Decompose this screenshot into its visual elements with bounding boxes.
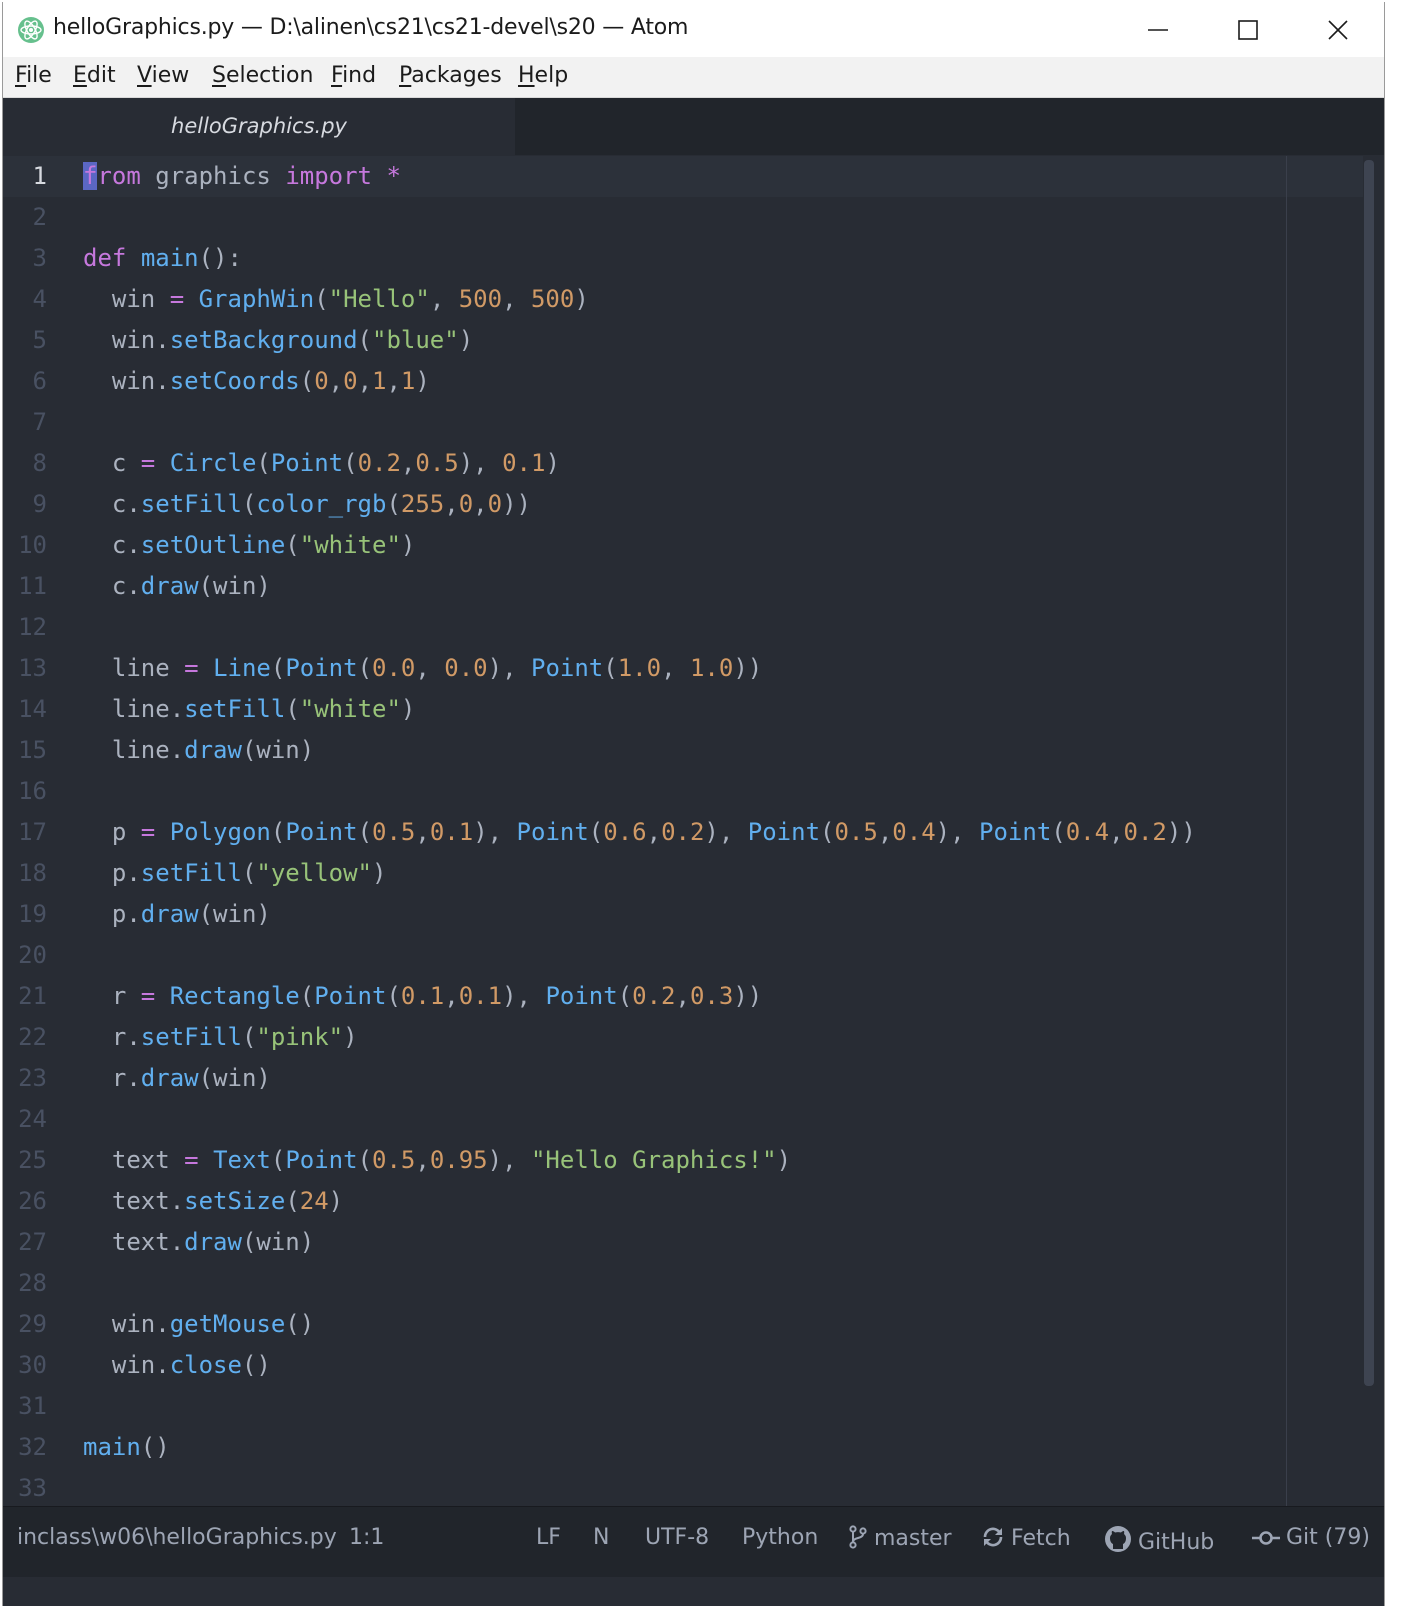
code-line: text.draw(win) (83, 1228, 315, 1256)
atom-logo-icon (18, 17, 44, 43)
tab-hellographics[interactable]: helloGraphics.py (3, 98, 515, 156)
close-icon (1328, 19, 1348, 40)
line-number: 23 (18, 1064, 47, 1092)
code-line: def main(): (83, 244, 242, 272)
minimize-button[interactable] (1113, 2, 1203, 57)
line-number: 1 (32, 162, 47, 190)
code-line: r.setFill("pink") (83, 1023, 358, 1051)
line-number: 24 (18, 1105, 47, 1133)
wrap-guide (1286, 156, 1287, 1506)
line-number: 28 (18, 1269, 47, 1297)
code-line: line.setFill("white") (83, 695, 416, 723)
menu-find[interactable]: Find (331, 63, 376, 88)
menu-help[interactable]: Help (518, 63, 568, 88)
line-number: 4 (32, 285, 47, 313)
code-line: p = Polygon(Point(0.5,0.1), Point(0.6,0.… (83, 818, 1196, 846)
atom-window: helloGraphics.py — D:\alinen\cs21\cs21-d… (2, 2, 1385, 1606)
line-number: 14 (18, 695, 47, 723)
line-number: 33 (18, 1474, 47, 1502)
menu-edit[interactable]: Edit (73, 63, 116, 88)
menu-file[interactable]: File (15, 63, 52, 88)
status-encoding[interactable]: UTF-8 (645, 1525, 709, 1550)
line-number: 25 (18, 1146, 47, 1174)
code-line: line.draw(win) (83, 736, 315, 764)
menu-bar: File Edit View Selection Find Packages H… (3, 57, 1384, 98)
code-line: win.getMouse() (83, 1310, 315, 1338)
status-git[interactable]: Git (79) (1252, 1525, 1370, 1550)
code-line: main() (83, 1433, 170, 1461)
code-line: p.setFill("yellow") (83, 859, 387, 887)
line-number: 11 (18, 572, 47, 600)
status-cursor-position[interactable]: 1:1 (349, 1525, 384, 1550)
line-number: 5 (32, 326, 47, 354)
status-fetch[interactable]: Fetch (981, 1525, 1071, 1551)
sync-icon (983, 1527, 1003, 1547)
title-bar: helloGraphics.py — D:\alinen\cs21\cs21-d… (3, 2, 1384, 57)
line-number: 16 (18, 777, 47, 805)
code-line: c = Circle(Point(0.2,0.5), 0.1) (83, 449, 560, 477)
code-editor[interactable]: 1 2 3 4 5 6 7 8 9 10 11 12 13 14 15 16 17 18 19 20 21 22 23 24 2… (3, 156, 1384, 1506)
tab-label: helloGraphics.py (171, 114, 347, 138)
maximize-button[interactable] (1203, 2, 1293, 57)
line-number: 13 (18, 654, 47, 682)
line-number: 2 (32, 203, 47, 231)
code-line: text = Text(Point(0.5,0.95), "Hello Grap… (83, 1146, 792, 1174)
line-number: 21 (18, 982, 47, 1010)
code-line: win = GraphWin("Hello", 500, 500) (83, 285, 589, 313)
status-bar: inclass\w06\helloGraphics.py 1:1 LF N UT… (3, 1506, 1384, 1577)
status-file-path[interactable]: inclass\w06\helloGraphics.py (17, 1525, 337, 1550)
line-number: 3 (32, 244, 47, 272)
line-number: 8 (32, 449, 47, 477)
code-line: c.draw(win) (83, 572, 271, 600)
line-number: 27 (18, 1228, 47, 1256)
line-number: 9 (32, 490, 47, 518)
code-line: c.setFill(color_rgb(255,0,0)) (83, 490, 531, 518)
menu-view[interactable]: View (137, 63, 189, 88)
line-number: 29 (18, 1310, 47, 1338)
code-line: r.draw(win) (83, 1064, 271, 1092)
code-line: win.setBackground("blue") (83, 326, 474, 354)
code-line: win.close() (83, 1351, 271, 1379)
line-number: 19 (18, 900, 47, 928)
code-line: line = Line(Point(0.0, 0.0), Point(1.0, … (83, 654, 763, 682)
line-number: 31 (18, 1392, 47, 1420)
status-github[interactable]: GitHub (1104, 1525, 1214, 1555)
line-number: 32 (18, 1433, 47, 1461)
menu-packages[interactable]: Packages (399, 63, 502, 88)
close-button[interactable] (1293, 2, 1383, 57)
git-commit-icon (1252, 1531, 1280, 1545)
line-number: 10 (18, 531, 47, 559)
menu-selection[interactable]: Selection (212, 63, 313, 88)
code-line: c.setOutline("white") (83, 531, 416, 559)
minimize-icon (1148, 28, 1168, 31)
line-number: 22 (18, 1023, 47, 1051)
line-number: 30 (18, 1351, 47, 1379)
code-line: from graphics import * (83, 162, 401, 190)
git-branch-icon (849, 1525, 867, 1549)
line-number: 26 (18, 1187, 47, 1215)
status-line-ending[interactable]: LF (536, 1525, 561, 1550)
code-line: win.setCoords(0,0,1,1) (83, 367, 430, 395)
window-title: helloGraphics.py — D:\alinen\cs21\cs21-d… (53, 15, 689, 40)
line-number: 18 (18, 859, 47, 887)
line-number: 17 (18, 818, 47, 846)
line-number: 6 (32, 367, 47, 395)
github-icon (1105, 1526, 1131, 1552)
code-line: text.setSize(24) (83, 1187, 344, 1215)
line-number: 20 (18, 941, 47, 969)
code-line: p.draw(win) (83, 900, 271, 928)
tab-bar: helloGraphics.py (3, 98, 1384, 156)
maximize-icon (1238, 19, 1258, 40)
code-line: r = Rectangle(Point(0.1,0.1), Point(0.2,… (83, 982, 763, 1010)
vertical-scrollbar[interactable] (1364, 160, 1374, 1386)
status-grammar[interactable]: Python (742, 1525, 818, 1550)
status-indent-mode[interactable]: N (593, 1525, 609, 1550)
line-number: 15 (18, 736, 47, 764)
status-branch[interactable]: master (848, 1525, 952, 1551)
line-number: 12 (18, 613, 47, 641)
line-number: 7 (32, 408, 47, 436)
